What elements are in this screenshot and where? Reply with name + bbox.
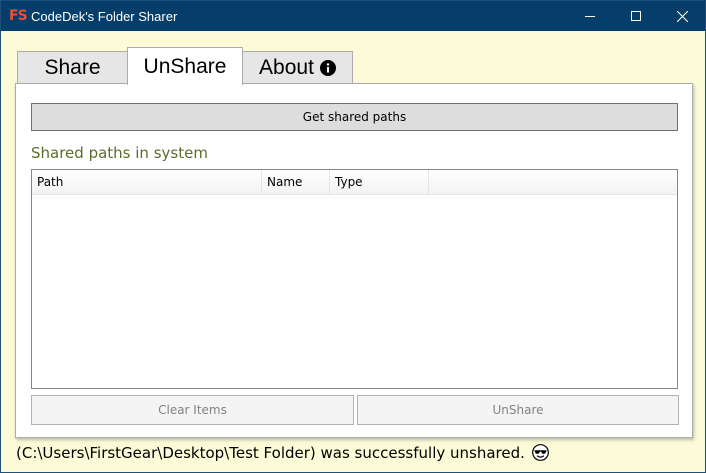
shared-paths-list[interactable]: Path Name Type [31, 169, 678, 389]
title-bar[interactable]: FS CodeDek's Folder Sharer [1, 1, 705, 31]
tab-share[interactable]: Share [17, 51, 128, 84]
get-shared-paths-button[interactable]: Get shared paths [31, 103, 678, 131]
close-icon [676, 10, 688, 22]
list-header: Path Name Type [32, 170, 677, 195]
app-window: FS CodeDek's Folder Sharer Share UnShare… [0, 0, 706, 473]
app-icon: FS [9, 8, 28, 24]
maximize-icon [631, 11, 641, 21]
sunglasses-emoji-icon [531, 444, 549, 461]
close-button[interactable] [659, 1, 705, 31]
minimize-button[interactable] [567, 1, 613, 31]
column-header-name[interactable]: Name [262, 170, 330, 194]
unshare-panel: Get shared paths Shared paths in system … [15, 83, 693, 438]
status-message: (C:\Users\FirstGear\Desktop\Test Folder)… [16, 444, 525, 462]
info-icon [319, 60, 336, 76]
column-header-type[interactable]: Type [330, 170, 429, 194]
status-bar: (C:\Users\FirstGear\Desktop\Test Folder)… [16, 444, 549, 462]
tab-unshare[interactable]: UnShare [127, 47, 243, 85]
section-title: Shared paths in system [31, 144, 208, 162]
maximize-button[interactable] [613, 1, 659, 31]
tab-share-label: Share [44, 56, 101, 79]
unshare-button[interactable]: UnShare [357, 395, 679, 425]
minimize-icon [585, 16, 595, 17]
tab-unshare-label: UnShare [143, 54, 227, 78]
tab-about-label: About [259, 56, 314, 79]
tab-about[interactable]: About [242, 51, 353, 84]
window-title: CodeDek's Folder Sharer [31, 9, 178, 24]
clear-items-button[interactable]: Clear Items [31, 395, 354, 425]
column-header-path[interactable]: Path [32, 170, 262, 194]
